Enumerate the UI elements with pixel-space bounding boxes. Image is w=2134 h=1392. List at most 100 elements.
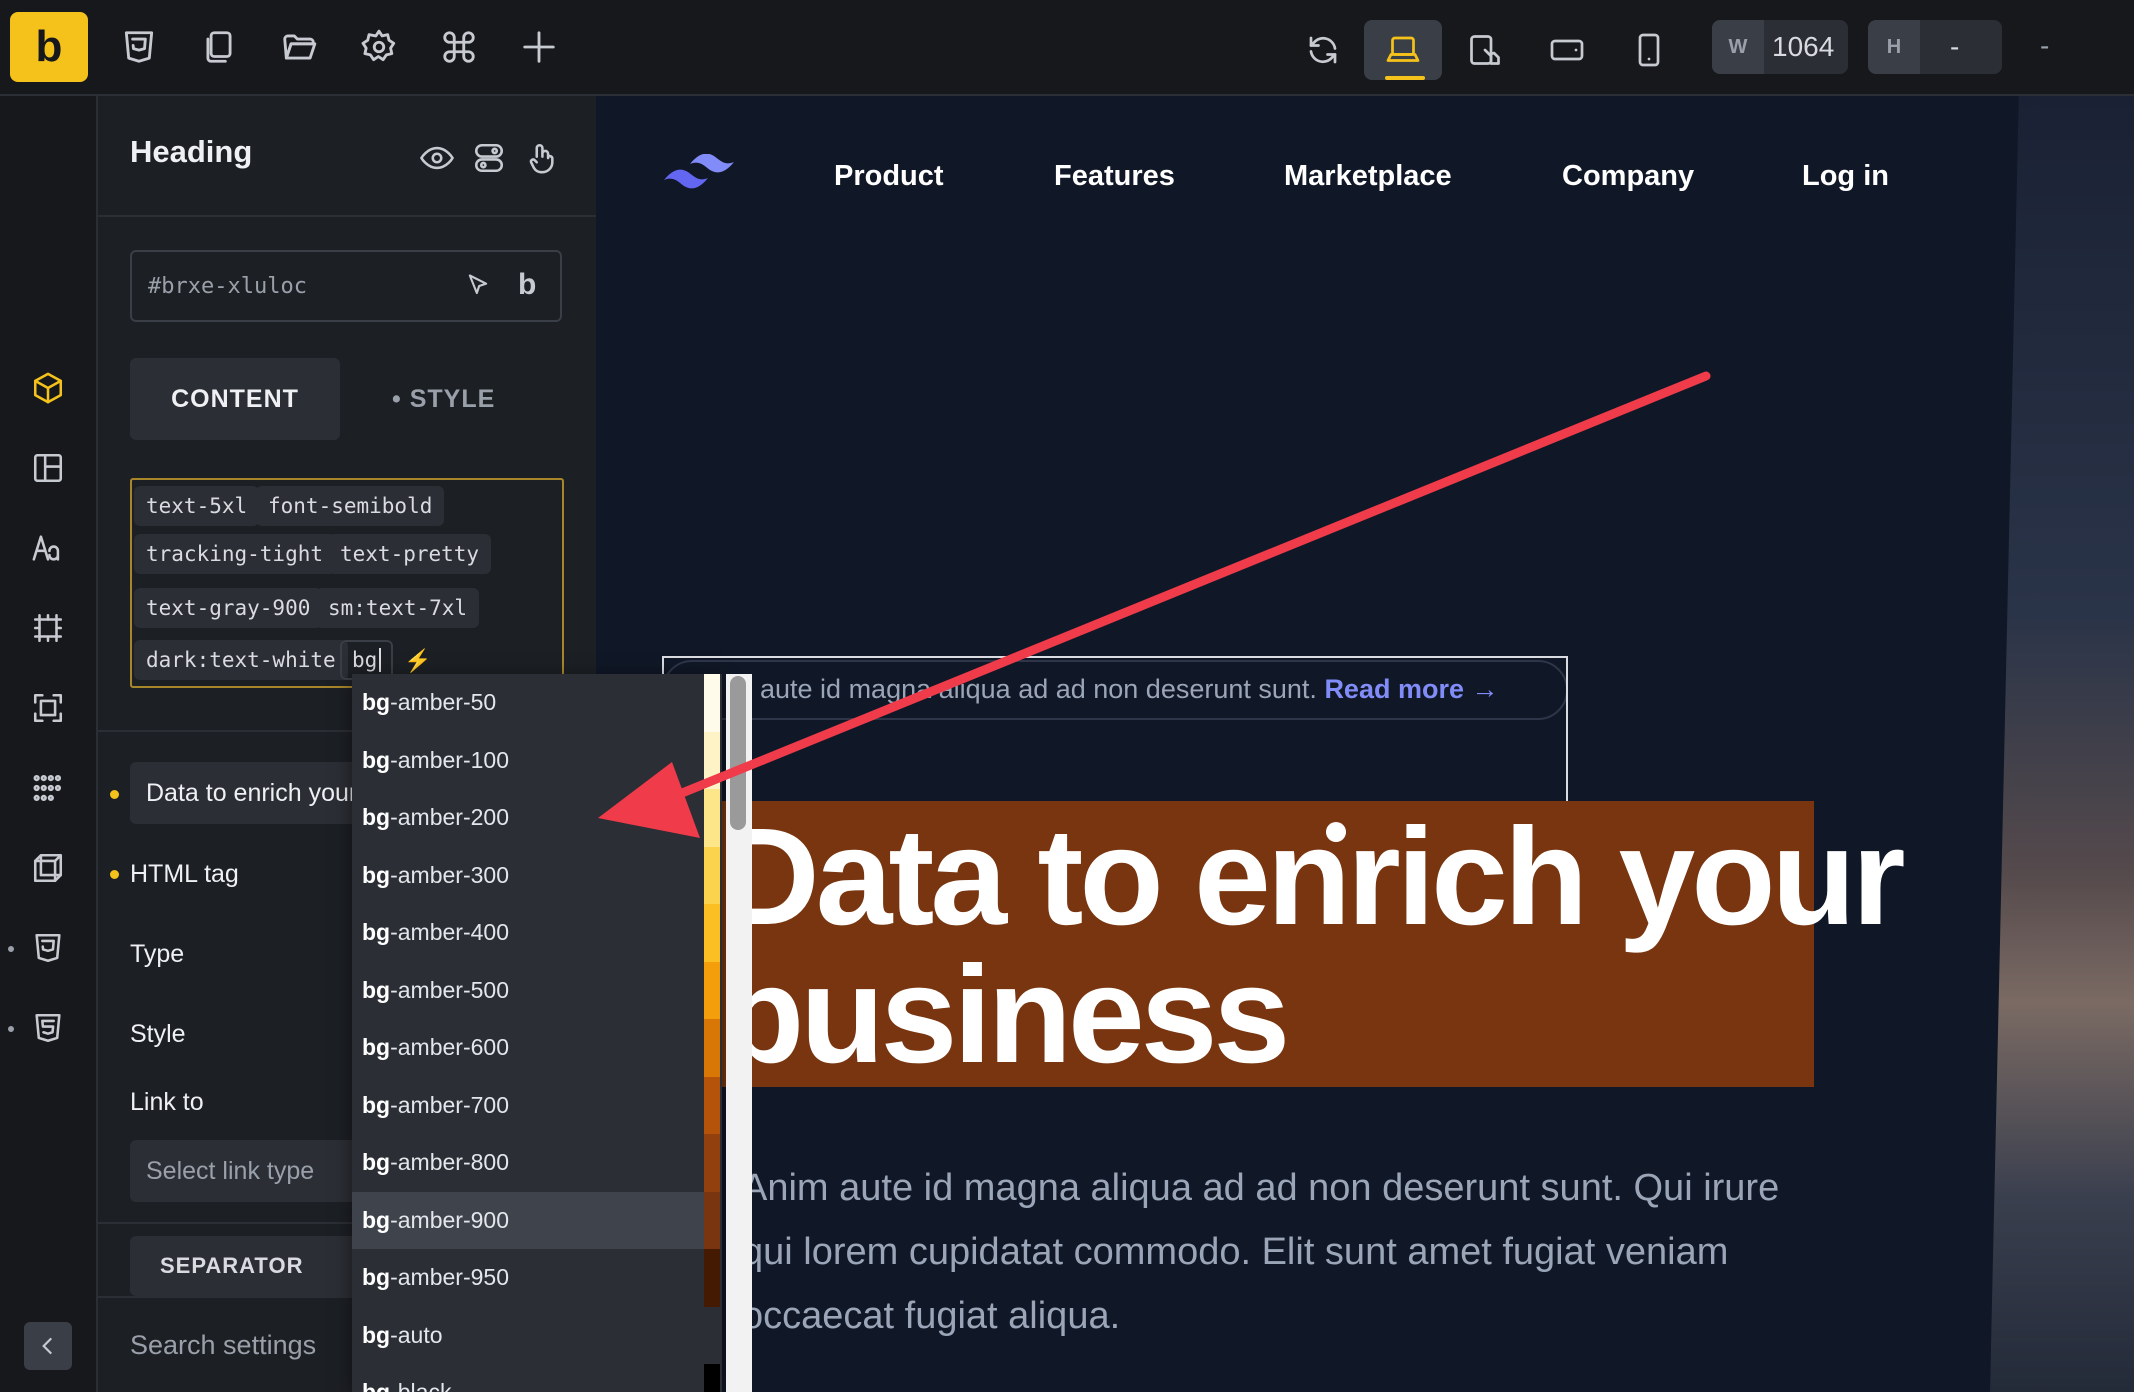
nav-company[interactable]: Company: [1562, 160, 1694, 193]
dropdown-item-prefix: bg: [362, 976, 391, 1003]
hero-heading-line1: Data to enrich your: [720, 800, 1906, 954]
active-device-indicator: [1385, 76, 1425, 80]
laptop-icon[interactable]: [1364, 20, 1442, 80]
copy-icon[interactable]: [196, 24, 242, 70]
dropdown-item-suffix: -amber-800: [390, 1149, 509, 1175]
color-swatch: [704, 1019, 720, 1077]
dropdown-item[interactable]: bg -amber-800: [352, 1134, 704, 1191]
dropdown-item-prefix: bg: [362, 1264, 391, 1290]
class-chip[interactable]: dark:text-white: [134, 640, 348, 680]
dropdown-item[interactable]: bg -amber-950: [352, 1249, 704, 1306]
announcement-text: aute id magna aliqua ad ad non deserunt …: [760, 674, 1499, 705]
dropdown-item-suffix: -amber-700: [390, 1091, 509, 1118]
type-label: Type: [130, 940, 185, 968]
color-swatch: [704, 1191, 720, 1249]
color-swatch: [704, 846, 720, 904]
rail-indicator-dot: [8, 1026, 14, 1032]
dropdown-item-prefix: bg: [362, 804, 391, 830]
dropdown-scrollbar-thumb[interactable]: [730, 676, 746, 830]
link-to-label: Link to: [130, 1088, 204, 1116]
selection-handle[interactable]: [1326, 822, 1346, 842]
class-chip[interactable]: text-gray-900: [134, 588, 323, 628]
refresh-icon[interactable]: [1284, 20, 1362, 80]
read-more-link[interactable]: Read more →: [1324, 674, 1498, 704]
modified-dot: [110, 870, 119, 879]
tab-style[interactable]: • STYLE: [392, 358, 495, 440]
dropdown-item[interactable]: bg -amber-300: [352, 847, 704, 904]
dropdown-item[interactable]: bg -amber-100: [352, 732, 704, 789]
bricks-logo-button[interactable]: b: [10, 12, 88, 82]
height-field[interactable]: H -: [1868, 20, 2002, 74]
dropdown-item-suffix: -amber-500: [390, 976, 509, 1003]
eye-icon[interactable]: [417, 138, 457, 178]
dropdown-item-suffix: -amber-600: [390, 1034, 509, 1060]
nav-features[interactable]: Features: [1054, 160, 1175, 193]
panel-divider: [98, 215, 596, 217]
focus-icon[interactable]: [26, 686, 70, 730]
class-chip[interactable]: tracking-tight: [134, 534, 336, 574]
hero-heading-line2: business: [720, 938, 1290, 1092]
dropdown-item-prefix: bg: [362, 1034, 391, 1060]
class-chip[interactable]: text-5xl: [134, 486, 260, 526]
dropdown-item[interactable]: bg -amber-900: [352, 1191, 704, 1249]
tablet-landscape-icon[interactable]: [1446, 20, 1524, 80]
cursor-arrow-icon[interactable]: [458, 266, 498, 306]
rail-indicator-dot: [8, 946, 14, 952]
height-value: -: [1950, 31, 1960, 62]
hero-heading[interactable]: Data to enrich your business: [720, 800, 1906, 1092]
html5-icon[interactable]: [26, 1006, 70, 1050]
modified-dot: [110, 790, 119, 799]
left-rail: [0, 96, 98, 1392]
cube-icon[interactable]: [26, 366, 70, 410]
toggle-icon[interactable]: [469, 138, 509, 178]
nav-product[interactable]: Product: [834, 160, 944, 193]
dropdown-item-prefix: bg: [362, 1206, 391, 1233]
collapse-panel-button[interactable]: [24, 1322, 72, 1370]
phone-icon[interactable]: [1610, 20, 1688, 80]
extra-value[interactable]: -: [2040, 30, 2049, 62]
dropdown-item-prefix: bg: [362, 746, 391, 773]
dropdown-item[interactable]: bg -amber-200: [352, 789, 704, 846]
dropdown-item[interactable]: bg -auto: [352, 1307, 704, 1364]
class-chip[interactable]: text-pretty: [328, 534, 492, 574]
dropdown-item-suffix: -amber-200: [390, 804, 509, 830]
width-tag: W: [1712, 20, 1764, 74]
bricks-letter[interactable]: b: [518, 268, 536, 302]
color-swatch: [704, 1134, 720, 1192]
gear-icon[interactable]: [356, 24, 402, 70]
css3-icon[interactable]: [116, 24, 162, 70]
tablet-icon[interactable]: [1528, 20, 1606, 80]
command-icon[interactable]: [436, 24, 482, 70]
grid-dots-icon[interactable]: [26, 766, 70, 810]
dropdown-item[interactable]: bg -amber-500: [352, 962, 704, 1019]
typography-icon[interactable]: [26, 526, 70, 570]
frame-icon[interactable]: [26, 606, 70, 650]
pointer-hand-icon[interactable]: [521, 138, 561, 178]
class-chip[interactable]: font-semibold: [256, 486, 445, 526]
nav-marketplace[interactable]: Marketplace: [1284, 160, 1452, 193]
dropdown-item[interactable]: bg -amber-400: [352, 904, 704, 961]
width-field[interactable]: W 1064: [1712, 20, 1848, 74]
dropdown-item[interactable]: bg -amber-700: [352, 1077, 704, 1134]
folder-icon[interactable]: [276, 24, 322, 70]
dropdown-item[interactable]: bg -amber-600: [352, 1019, 704, 1076]
dropdown-item-suffix: -amber-900: [390, 1206, 509, 1233]
tab-content[interactable]: CONTENT: [130, 358, 340, 440]
announcement-copy: aute id magna aliqua ad ad non deserunt …: [760, 674, 1317, 704]
css3-icon[interactable]: [26, 926, 70, 970]
plus-icon[interactable]: [516, 24, 562, 70]
class-suggestion-dropdown: bg -amber-50 bg -amber-100 bg -amber-200 bg -am…: [352, 674, 722, 1392]
box-3d-icon[interactable]: [26, 846, 70, 890]
dropdown-item[interactable]: bg -amber-50: [352, 674, 704, 731]
panel-title: Heading: [130, 134, 253, 169]
dropdown-item-suffix: -black: [390, 1379, 452, 1392]
dropdown-item[interactable]: bg -black: [352, 1364, 704, 1392]
class-chip[interactable]: sm:text-7xl: [316, 588, 480, 628]
dropdown-item-prefix: bg: [362, 861, 391, 888]
nav-login[interactable]: Log in: [1802, 160, 1889, 193]
dropdown-item-prefix: bg: [362, 689, 391, 715]
hero-paragraph: Anim aute id magna aliqua ad ad non dese…: [742, 1167, 1780, 1337]
layout-icon[interactable]: [26, 446, 70, 490]
lightning-icon[interactable]: ⚡: [404, 648, 431, 674]
search-settings-input[interactable]: Search settings: [130, 1330, 316, 1361]
